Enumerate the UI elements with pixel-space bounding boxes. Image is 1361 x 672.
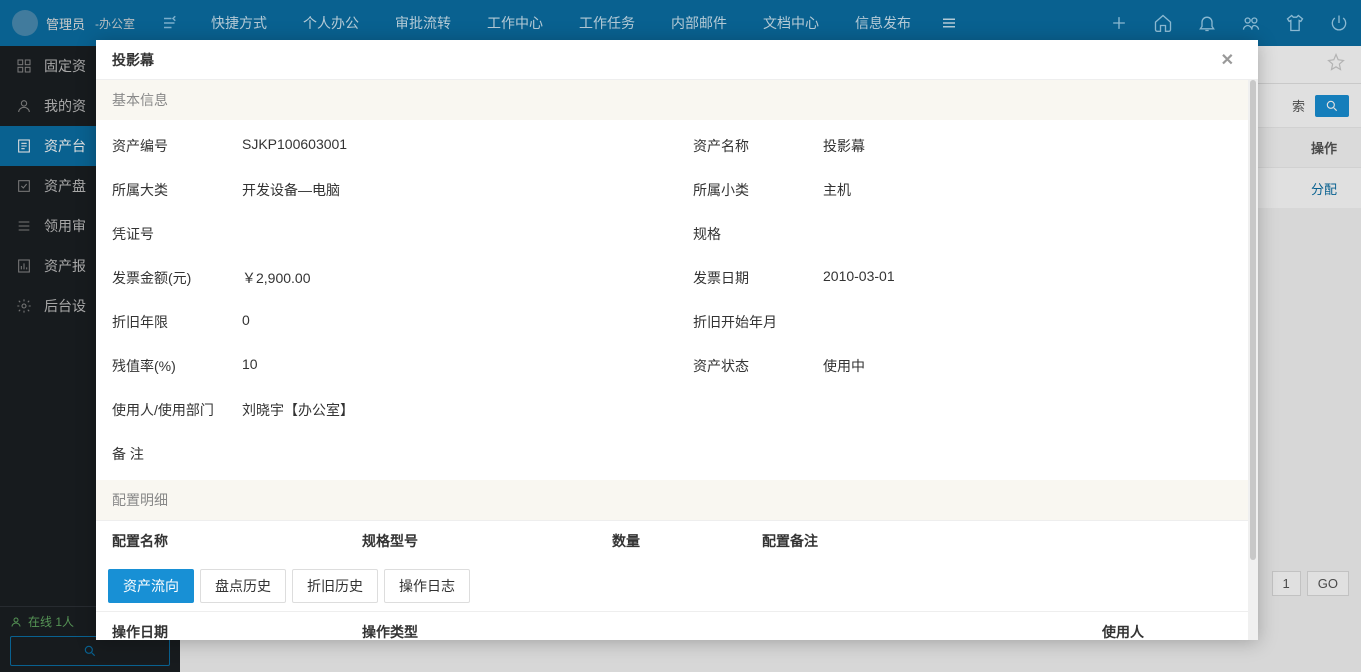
label: 残值率(%) (112, 356, 242, 376)
value: 0 (242, 312, 250, 332)
label: 备 注 (112, 444, 242, 464)
config-section-title: 配置明细 (96, 480, 1258, 520)
value: ￥2,900.00 (242, 268, 311, 288)
scroll-thumb[interactable] (1250, 80, 1256, 560)
label: 使用人/使用部门 (112, 400, 242, 420)
value: 使用中 (823, 356, 865, 376)
label: 资产编号 (112, 136, 242, 156)
field-dep-years: 折旧年限0 (96, 300, 677, 344)
label: 所属大类 (112, 180, 242, 200)
label: 凭证号 (112, 224, 242, 244)
value: SJKP100603001 (242, 136, 347, 156)
basic-info-grid: 资产编号SJKP100603001 资产名称投影幕 所属大类开发设备—电脑 所属… (96, 120, 1258, 480)
modal-body: 基本信息 资产编号SJKP100603001 资产名称投影幕 所属大类开发设备—… (96, 80, 1258, 640)
label: 资产名称 (693, 136, 823, 156)
modal-header: 投影幕 ✕ (96, 40, 1258, 80)
field-residual: 残值率(%)10 (96, 344, 677, 388)
field-dep-start: 折旧开始年月 (677, 300, 1258, 344)
tab-depreciation-history[interactable]: 折旧历史 (292, 569, 378, 603)
config-col-name: 配置名称 (112, 531, 362, 551)
field-remark: 备 注 (96, 432, 1258, 476)
value: 刘晓宇【办公室】 (242, 400, 354, 420)
asset-detail-modal: 投影幕 ✕ 基本信息 资产编号SJKP100603001 资产名称投影幕 所属大… (96, 40, 1258, 640)
basic-section-title: 基本信息 (96, 80, 1258, 120)
field-small-cat: 所属小类主机 (677, 168, 1258, 212)
field-spec: 规格 (677, 212, 1258, 256)
value: 10 (242, 356, 258, 376)
field-user: 使用人/使用部门刘晓宇【办公室】 (96, 388, 1258, 432)
log-col-type: 操作类型 (362, 622, 1102, 640)
label: 资产状态 (693, 356, 823, 376)
value: 主机 (823, 180, 851, 200)
config-col-note: 配置备注 (762, 531, 1242, 551)
label: 所属小类 (693, 180, 823, 200)
tab-asset-flow[interactable]: 资产流向 (108, 569, 194, 603)
modal-title: 投影幕 (112, 50, 154, 70)
tab-bar: 资产流向 盘点历史 折旧历史 操作日志 (96, 561, 1258, 611)
log-col-user: 使用人 (1102, 622, 1242, 640)
label: 发票日期 (693, 268, 823, 288)
log-col-date: 操作日期 (112, 622, 362, 640)
label: 折旧开始年月 (693, 312, 823, 332)
field-asset-name: 资产名称投影幕 (677, 124, 1258, 168)
tab-inventory-history[interactable]: 盘点历史 (200, 569, 286, 603)
log-header: 操作日期 操作类型 使用人 (96, 611, 1258, 640)
field-asset-no: 资产编号SJKP100603001 (96, 124, 677, 168)
label: 折旧年限 (112, 312, 242, 332)
field-status: 资产状态使用中 (677, 344, 1258, 388)
field-invoice-date: 发票日期2010-03-01 (677, 256, 1258, 300)
field-big-cat: 所属大类开发设备—电脑 (96, 168, 677, 212)
value: 投影幕 (823, 136, 865, 156)
tab-operation-log[interactable]: 操作日志 (384, 569, 470, 603)
value: 开发设备—电脑 (242, 180, 340, 200)
label: 规格 (693, 224, 823, 244)
close-icon[interactable]: ✕ (1213, 46, 1242, 74)
config-header: 配置名称 规格型号 数量 配置备注 (96, 520, 1258, 561)
config-col-model: 规格型号 (362, 531, 612, 551)
field-invoice-amt: 发票金额(元)￥2,900.00 (96, 256, 677, 300)
modal-scrollbar[interactable] (1248, 80, 1258, 640)
config-col-qty: 数量 (612, 531, 762, 551)
value: 2010-03-01 (823, 268, 895, 288)
label: 发票金额(元) (112, 268, 242, 288)
field-voucher: 凭证号 (96, 212, 677, 256)
